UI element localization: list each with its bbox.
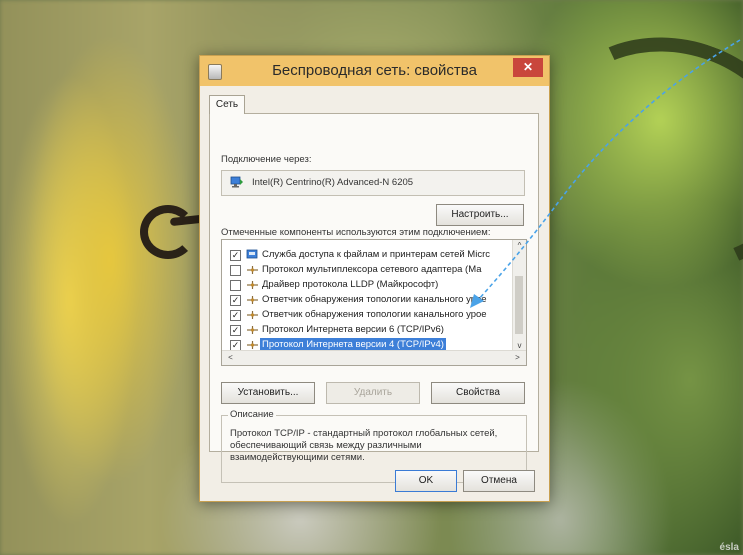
annotation-arrow <box>470 39 741 308</box>
tab-network[interactable]: Сеть <box>209 95 245 114</box>
annotation-arrow-line <box>477 39 741 301</box>
